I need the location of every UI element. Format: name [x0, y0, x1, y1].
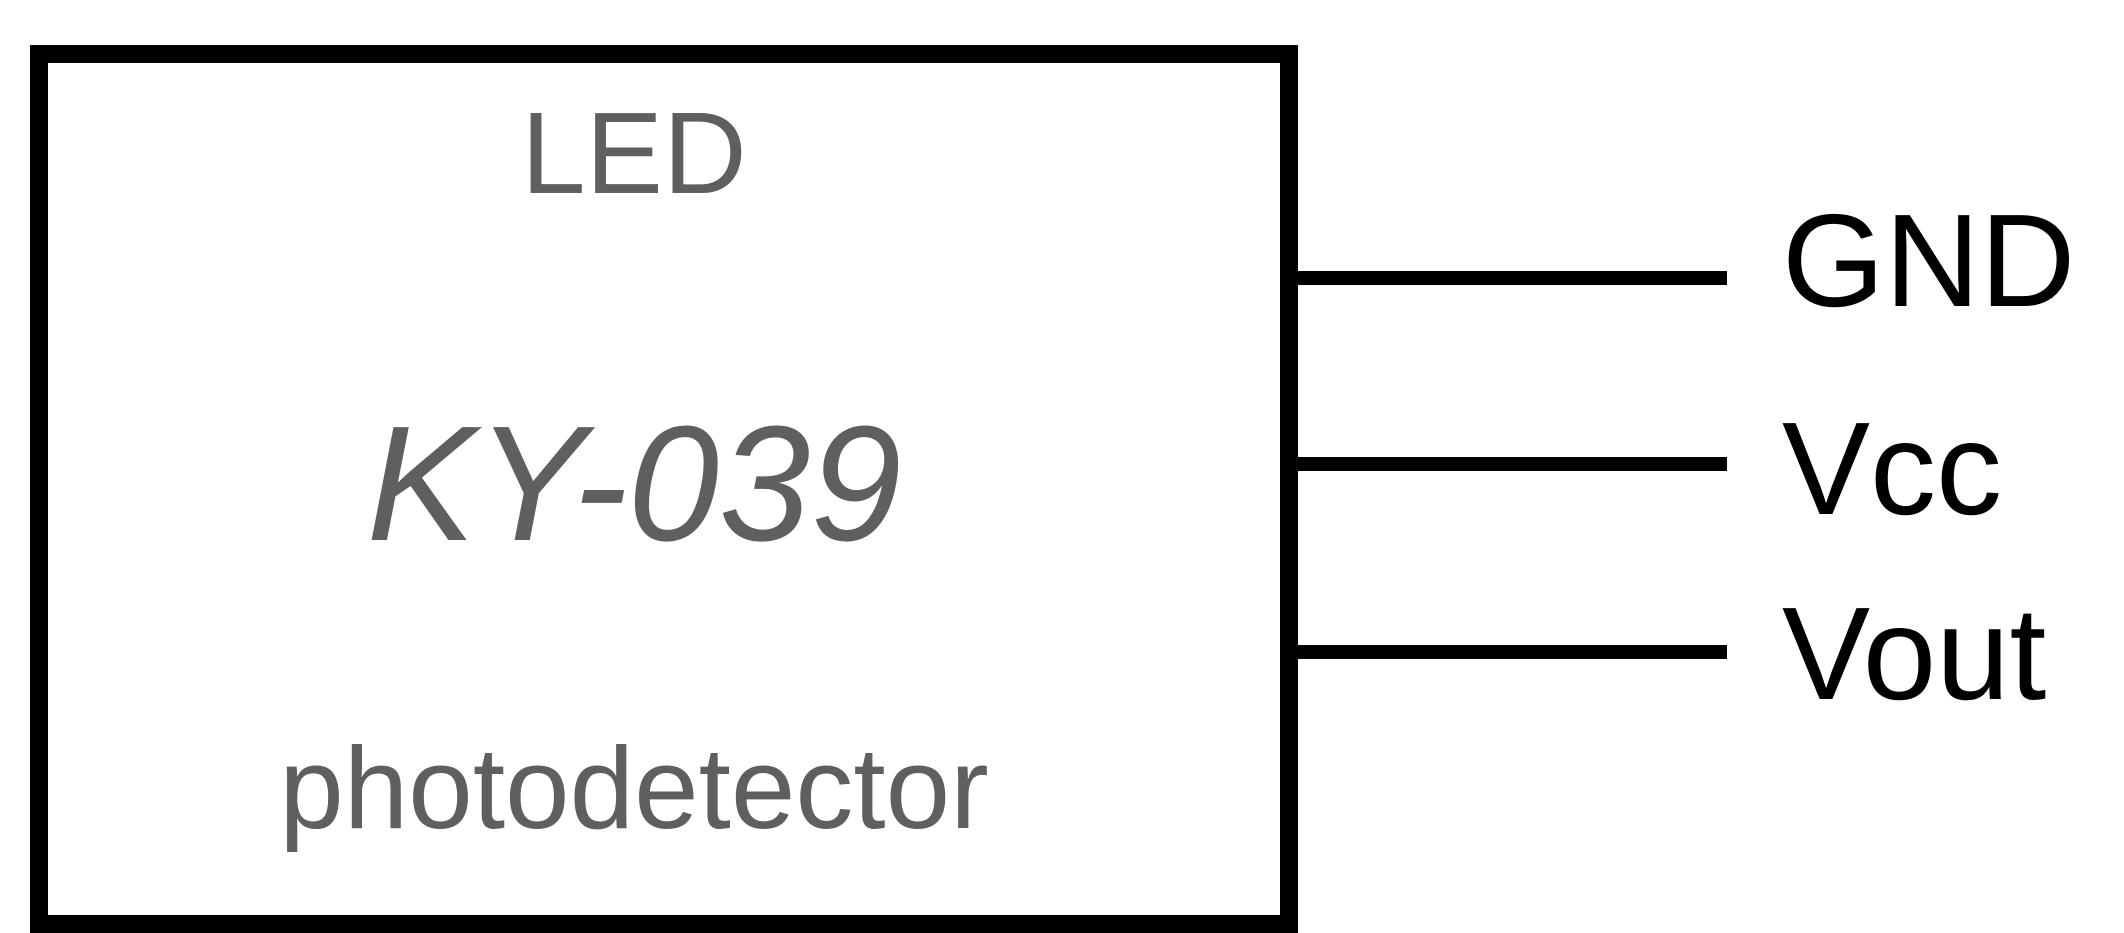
sensor-module-diagram: LED KY-039 photodetector GND Vcc Vout — [0, 0, 2124, 933]
pin-line-vcc — [1280, 457, 1727, 471]
pin-line-gnd — [1280, 271, 1727, 285]
module-top-label: LED — [521, 88, 747, 218]
pin-label-gnd: GND — [1782, 187, 2076, 334]
pin-label-vout: Vout — [1782, 580, 2047, 727]
pin-line-vout — [1280, 645, 1727, 659]
pin-label-vcc: Vcc — [1782, 395, 2003, 542]
module-bottom-label: photodetector — [279, 723, 989, 853]
module-model-label: KY-039 — [366, 392, 902, 575]
